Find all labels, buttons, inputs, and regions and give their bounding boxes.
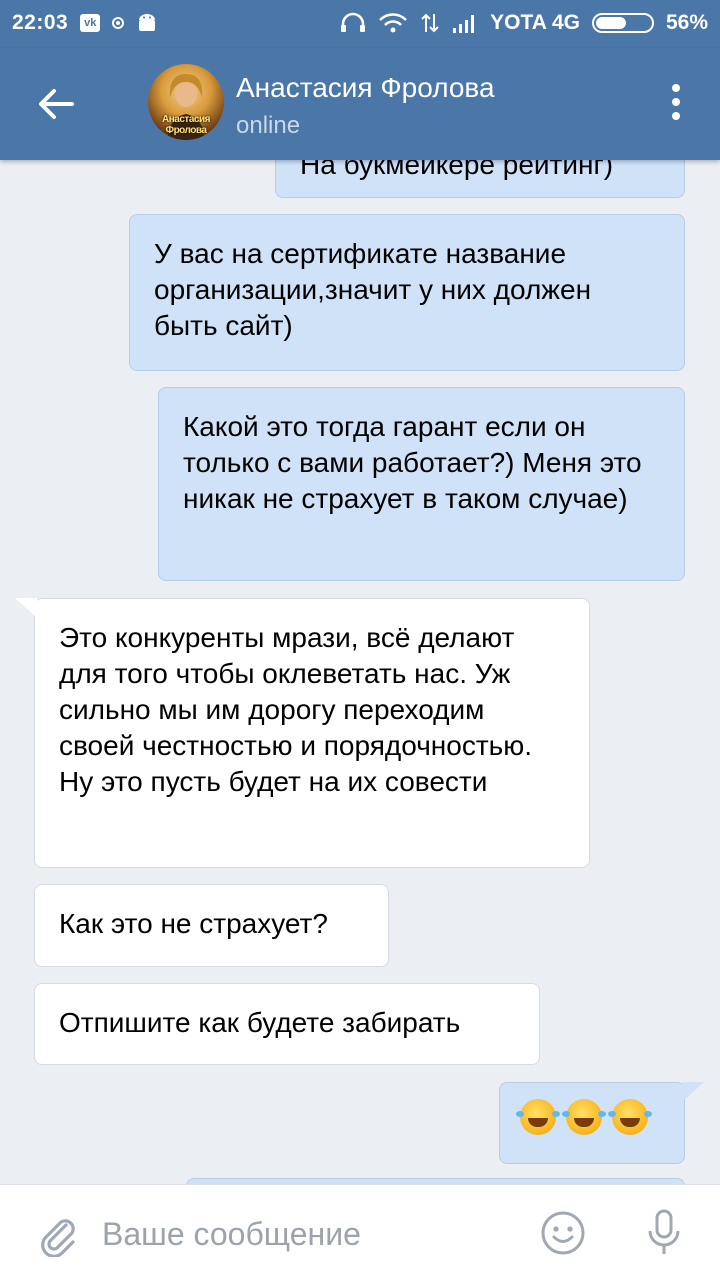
message-outgoing[interactable]: Какой это тогда гарант если он только с …	[158, 387, 685, 581]
smile-icon[interactable]	[540, 1210, 586, 1256]
rofl-emoji-icon	[516, 1099, 556, 1135]
chat-header: Анастасия Фролова Анастасия Фролова onli…	[0, 48, 720, 160]
android-icon	[139, 14, 156, 31]
composer-bar	[0, 1184, 720, 1280]
message-text: Как это не страхует?	[59, 908, 328, 939]
headphones-icon	[341, 12, 366, 32]
message-text: Это конкуренты мрази, всё делают для тог…	[59, 622, 533, 797]
menu-dot	[672, 84, 680, 92]
carrier-label: YOTA 4G	[490, 11, 580, 34]
more-vertical-icon[interactable]	[664, 84, 688, 124]
back-arrow-icon[interactable]	[30, 78, 82, 130]
message-input[interactable]	[100, 1207, 524, 1261]
message-outgoing[interactable]: 🤣🤣🤣	[499, 1082, 704, 1164]
contact-status: online	[236, 112, 301, 139]
contact-avatar[interactable]: Анастасия Фролова	[148, 64, 224, 140]
paperclip-icon[interactable]	[36, 1213, 80, 1257]
message-text: Какой это тогда гарант если он только с …	[183, 411, 642, 514]
rofl-emoji-icon	[562, 1099, 602, 1135]
message-incoming[interactable]: Это конкуренты мрази, всё делают для тог…	[15, 598, 590, 868]
avatar-label: Анастасия Фролова	[162, 114, 210, 136]
status-time: 22:03	[12, 11, 69, 34]
battery-icon	[591, 13, 654, 33]
battery-fill	[595, 17, 626, 29]
status-bar: 22:03 vk YOTA 4G 56%	[0, 0, 720, 48]
emoji-row	[500, 1083, 684, 1151]
data-transfer-icon	[421, 13, 439, 33]
menu-dot	[672, 112, 680, 120]
rofl-emoji-icon	[608, 1099, 648, 1135]
message-text: У вас на сертификате название организаци…	[154, 238, 592, 341]
contact-name[interactable]: Анастасия Фролова	[236, 72, 495, 104]
microphone-icon[interactable]	[644, 1207, 684, 1259]
wifi-icon	[379, 13, 408, 33]
notification-dot-icon	[112, 17, 125, 29]
message-text: Отпишите как будете забирать	[59, 1007, 461, 1038]
vk-notification-icon: vk	[80, 14, 101, 32]
battery-percent: 56%	[665, 11, 708, 34]
signal-icon	[453, 15, 475, 33]
menu-dot	[672, 98, 680, 106]
message-incoming[interactable]: Как это не страхует?	[34, 884, 389, 967]
message-incoming[interactable]: Отпишите как будете забирать	[34, 983, 540, 1065]
message-outgoing[interactable]: У вас на сертификате название организаци…	[129, 214, 685, 371]
